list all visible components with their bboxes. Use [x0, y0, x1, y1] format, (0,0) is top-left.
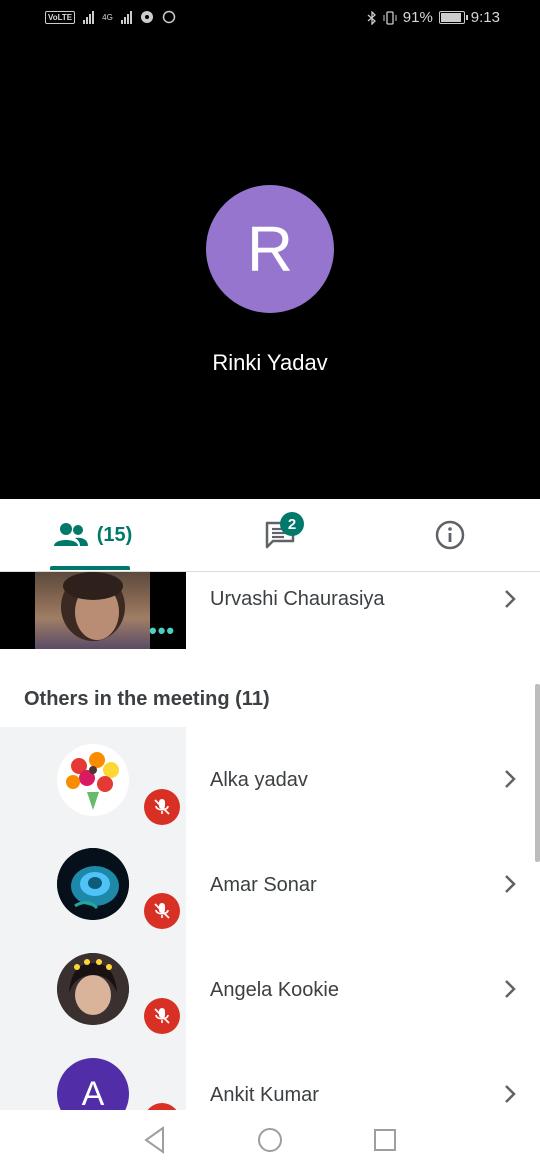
rose-avatar-image: [57, 848, 129, 920]
avatar: [57, 848, 129, 920]
others-section-header: Others in the meeting (11): [24, 688, 270, 710]
people-count: (15): [96, 523, 133, 546]
active-tab-indicator: [50, 566, 130, 570]
participant-video-thumbnail: •••: [0, 572, 186, 649]
participant-name: Urvashi Chaurasiya: [210, 588, 385, 610]
participant-row[interactable]: Amar Sonar: [0, 832, 540, 937]
network-type: 4G: [102, 12, 113, 22]
participant-name: Alka yadav: [210, 769, 308, 791]
recents-icon[interactable]: [372, 1125, 398, 1155]
flower-avatar-image: [57, 744, 129, 816]
participant-face: [61, 572, 125, 641]
avatar: [57, 744, 129, 816]
participant-list[interactable]: ••• Urvashi Chaurasiya Others in the mee…: [0, 572, 540, 1110]
clock: 9:13: [470, 9, 500, 26]
mic-off-icon: [144, 789, 180, 825]
chat-unread-badge: 2: [280, 512, 304, 536]
home-icon[interactable]: [256, 1125, 284, 1155]
info-icon: [435, 520, 465, 550]
status-right: 91% 9:13: [367, 9, 500, 26]
mic-off-icon: [144, 998, 180, 1034]
battery-icon: [438, 11, 468, 24]
participant-row[interactable]: Angela Kookie: [0, 937, 540, 1042]
status-bar: VoLTE 4G 91% 9:13: [0, 0, 540, 40]
tab-chat[interactable]: [250, 499, 310, 571]
participant-name: Amar Sonar: [210, 874, 317, 896]
system-nav-bar: [0, 1110, 540, 1170]
participant-row-pinned[interactable]: ••• Urvashi Chaurasiya: [0, 572, 540, 649]
message-icon: [140, 11, 153, 23]
chevron-right-icon[interactable]: [500, 587, 520, 611]
battery-percent: 91%: [402, 9, 433, 26]
list-scrollbar[interactable]: [535, 684, 540, 862]
chevron-right-icon[interactable]: [500, 977, 520, 1001]
participant-row[interactable]: A Ankit Kumar: [0, 1042, 540, 1110]
avatar: [57, 953, 129, 1025]
main-video-area[interactable]: R Rinki Yadav: [0, 40, 540, 499]
participant-video-frame: [35, 572, 150, 649]
participant-name: Ankit Kumar: [210, 1084, 319, 1106]
whatsapp-icon: [162, 10, 176, 24]
signal-icon-2: [120, 10, 132, 24]
people-icon: [53, 523, 88, 546]
chevron-right-icon[interactable]: [500, 767, 520, 791]
mic-off-icon: [144, 893, 180, 929]
tab-info[interactable]: [430, 499, 470, 571]
participant-name: Angela Kookie: [210, 979, 339, 1001]
more-options-icon[interactable]: •••: [149, 618, 175, 644]
bluetooth-icon: [367, 10, 376, 25]
chevron-right-icon[interactable]: [500, 1082, 520, 1106]
photo-avatar-image: [57, 953, 129, 1025]
status-left: VoLTE 4G: [45, 10, 176, 24]
speaker-avatar: R: [206, 185, 334, 313]
volte-indicator: VoLTE: [45, 10, 76, 24]
tab-people[interactable]: (15): [50, 499, 135, 571]
speaker-name: Rinki Yadav: [212, 350, 328, 375]
chevron-right-icon[interactable]: [500, 872, 520, 896]
tab-bar: (15): [0, 499, 540, 572]
participant-row[interactable]: Alka yadav: [0, 727, 540, 832]
signal-icon: [83, 10, 95, 24]
vibrate-icon: [383, 10, 397, 25]
back-icon[interactable]: [142, 1125, 168, 1155]
